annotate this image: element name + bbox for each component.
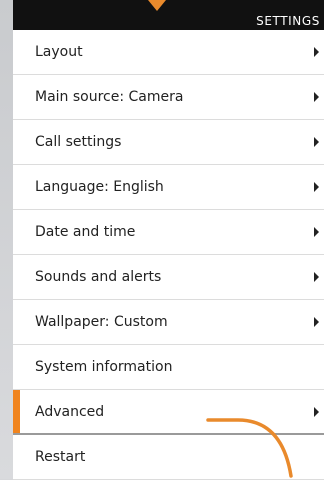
chevron-right-icon bbox=[314, 182, 319, 192]
menu-item-label: Layout bbox=[35, 44, 83, 60]
menu-item-label: Restart bbox=[35, 449, 86, 465]
menu-item-main-source[interactable]: Main source: Camera bbox=[13, 75, 324, 120]
chevron-right-icon bbox=[314, 407, 319, 417]
menu-item-label: Call settings bbox=[35, 134, 122, 150]
menu-item-layout[interactable]: Layout bbox=[13, 30, 324, 75]
selection-indicator bbox=[13, 390, 20, 433]
menu-item-restart[interactable]: Restart bbox=[13, 435, 324, 480]
menu-item-label: Main source: Camera bbox=[35, 89, 184, 105]
chevron-right-icon bbox=[314, 92, 319, 102]
menu-item-label: System information bbox=[35, 359, 173, 375]
menu-item-label: Sounds and alerts bbox=[35, 269, 162, 285]
settings-header: SETTINGS bbox=[13, 0, 324, 30]
settings-title: SETTINGS bbox=[256, 14, 320, 28]
menu-item-label: Wallpaper: Custom bbox=[35, 314, 168, 330]
menu-item-sounds-alerts[interactable]: Sounds and alerts bbox=[13, 255, 324, 300]
menu-item-date-time[interactable]: Date and time bbox=[13, 210, 324, 255]
menu-item-label: Language: English bbox=[35, 179, 164, 195]
chevron-right-icon bbox=[314, 317, 319, 327]
menu-item-call-settings[interactable]: Call settings bbox=[13, 120, 324, 165]
chevron-right-icon bbox=[314, 47, 319, 57]
chevron-right-icon bbox=[314, 227, 319, 237]
chevron-right-icon bbox=[314, 272, 319, 282]
callout-pointer-icon bbox=[148, 0, 166, 11]
menu-item-language[interactable]: Language: English bbox=[13, 165, 324, 210]
settings-menu: Layout Main source: Camera Call settings… bbox=[13, 30, 324, 480]
chevron-right-icon bbox=[314, 137, 319, 147]
menu-item-label: Date and time bbox=[35, 224, 136, 240]
menu-item-wallpaper[interactable]: Wallpaper: Custom bbox=[13, 300, 324, 345]
background-edge bbox=[0, 0, 13, 479]
menu-item-label: Advanced bbox=[35, 404, 105, 420]
settings-panel: SETTINGS Layout Main source: Camera Call… bbox=[13, 0, 324, 480]
menu-item-system-information[interactable]: System information bbox=[13, 345, 324, 390]
menu-item-advanced[interactable]: Advanced bbox=[13, 390, 324, 435]
